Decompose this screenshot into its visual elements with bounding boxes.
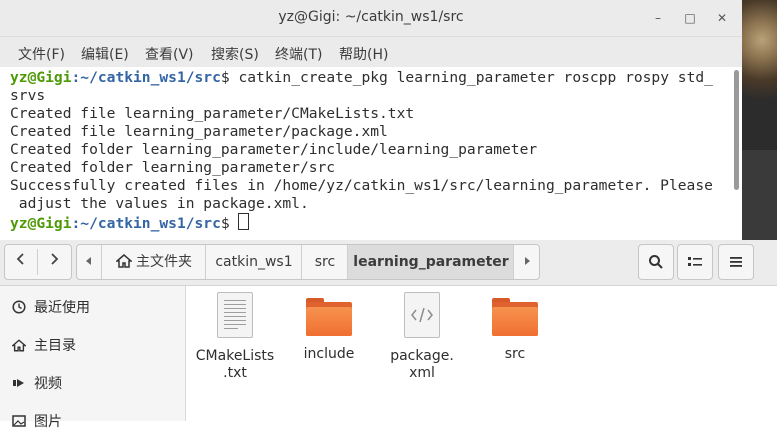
output-line: Created folder learning_parameter/src: [10, 159, 336, 176]
file-item-include[interactable]: include: [284, 292, 374, 363]
home-icon: [10, 335, 28, 357]
places-sidebar: 最近使用 主目录 视频 图片: [0, 286, 186, 430]
back-button[interactable]: [5, 245, 37, 279]
menu-edit[interactable]: 编辑(E): [81, 44, 129, 64]
clock-icon: [10, 297, 28, 319]
picture-icon: [10, 411, 28, 433]
menu-search[interactable]: 搜索(S): [211, 44, 259, 64]
triangle-left-icon: [86, 257, 91, 265]
terminal-titlebar[interactable]: yz@Gigi: ~/catkin_ws1/src – □ ✕: [0, 0, 742, 37]
view-toggle-button[interactable]: [677, 244, 713, 280]
prompt-user: yz@Gigi: [10, 215, 72, 232]
chevron-right-icon: [51, 253, 59, 265]
sidebar-item-label: 视频: [34, 376, 62, 392]
output-line: Successfully created files in /home/yz/c…: [10, 177, 713, 194]
breadcrumb-right-arrow[interactable]: [513, 245, 539, 279]
list-view-icon: [688, 257, 702, 266]
close-icon[interactable]: ✕: [714, 10, 730, 26]
sidebar-item-label: 图片: [34, 414, 62, 430]
file-manager-window[interactable]: 主文件夹 catkin_ws1 src learning_parameter 最…: [0, 240, 777, 430]
breadcrumb-catkin-ws1[interactable]: catkin_ws1: [205, 245, 302, 279]
menu-button[interactable]: [718, 244, 754, 280]
command-text: catkin_create_pkg learning_parameter ros…: [229, 69, 713, 86]
folder-icon: [306, 298, 352, 336]
search-icon: [649, 255, 663, 269]
output-line: Created folder learning_parameter/includ…: [10, 141, 538, 158]
menu-help[interactable]: 帮助(H): [339, 44, 388, 64]
forward-button[interactable]: [38, 245, 70, 279]
sidebar-item-videos[interactable]: 视频: [10, 373, 62, 395]
terminal-window[interactable]: yz@Gigi: ~/catkin_ws1/src – □ ✕ 文件(F) 编辑…: [0, 0, 742, 240]
home-icon: [114, 254, 134, 268]
file-item-cmakelists[interactable]: CMakeLists .txt: [190, 292, 280, 382]
hamburger-icon: [730, 257, 742, 267]
breadcrumb: 主文件夹 catkin_ws1 src learning_parameter: [76, 244, 540, 280]
file-item-src[interactable]: src: [470, 292, 560, 363]
xml-file-icon: [404, 292, 440, 338]
sidebar-item-home[interactable]: 主目录: [10, 335, 76, 357]
file-name: include: [303, 346, 355, 362]
text-cursor: [238, 213, 250, 230]
wallpaper-detail: [742, 0, 777, 150]
sidebar-item-label: 最近使用: [34, 300, 90, 316]
command-wrap: srvs: [10, 87, 46, 104]
output-line: Created file learning_parameter/CMakeLis…: [10, 105, 415, 122]
file-name: CMakeLists: [195, 348, 275, 364]
terminal-output[interactable]: yz@Gigi:~/catkin_ws1/src$ catkin_create_…: [0, 67, 742, 240]
file-grid: CMakeLists .txt include package. xml src: [186, 286, 777, 421]
chevron-left-icon: [16, 253, 24, 265]
prompt-path: :~/catkin_ws1/src: [71, 215, 221, 232]
breadcrumb-home-label: 主文件夹: [136, 254, 192, 270]
breadcrumb-src[interactable]: src: [301, 245, 348, 279]
terminal-scrollbar[interactable]: [734, 70, 739, 190]
breadcrumb-learning-parameter[interactable]: learning_parameter: [347, 245, 514, 279]
file-manager-header: 主文件夹 catkin_ws1 src learning_parameter: [0, 240, 777, 286]
wallpaper-detail: [742, 150, 777, 240]
maximize-icon[interactable]: □: [682, 10, 698, 26]
desktop-background: [742, 0, 777, 240]
file-name: src: [504, 346, 526, 362]
menu-file[interactable]: 文件(F): [18, 44, 65, 64]
sidebar-item-pictures[interactable]: 图片: [10, 411, 62, 433]
sidebar-item-label: 主目录: [34, 338, 76, 354]
sidebar-item-recent[interactable]: 最近使用: [10, 297, 90, 319]
text-file-icon: [217, 292, 253, 338]
output-line: adjust the values in package.xml.: [10, 195, 309, 212]
breadcrumb-left-arrow[interactable]: [77, 245, 101, 279]
folder-icon: [492, 298, 538, 336]
search-button[interactable]: [638, 244, 674, 280]
prompt-line: yz@Gigi:~/catkin_ws1/src$: [10, 213, 250, 233]
video-icon: [10, 373, 28, 395]
terminal-title: yz@Gigi: ~/catkin_ws1/src: [278, 9, 464, 25]
terminal-menubar: 文件(F) 编辑(E) 查看(V) 搜索(S) 终端(T) 帮助(H): [0, 37, 742, 67]
breadcrumb-home[interactable]: 主文件夹: [101, 245, 206, 279]
prompt-path: :~/catkin_ws1/src: [71, 69, 221, 86]
prompt-symbol: $: [220, 215, 230, 232]
menu-terminal[interactable]: 终端(T): [275, 44, 322, 64]
triangle-right-icon: [525, 257, 530, 265]
minimize-icon[interactable]: –: [650, 10, 666, 26]
command-line: yz@Gigi:~/catkin_ws1/src$ catkin_create_…: [10, 69, 713, 87]
file-name: package.: [390, 348, 454, 364]
output-line: Created file learning_parameter/package.…: [10, 123, 388, 140]
menu-view[interactable]: 查看(V): [145, 44, 194, 64]
file-item-package-xml[interactable]: package. xml: [377, 292, 467, 382]
nav-buttons: [4, 244, 72, 280]
file-name: xml: [409, 365, 435, 381]
prompt-user: yz@Gigi: [10, 69, 72, 86]
file-name: .txt: [223, 365, 247, 381]
prompt-symbol: $: [220, 69, 230, 86]
